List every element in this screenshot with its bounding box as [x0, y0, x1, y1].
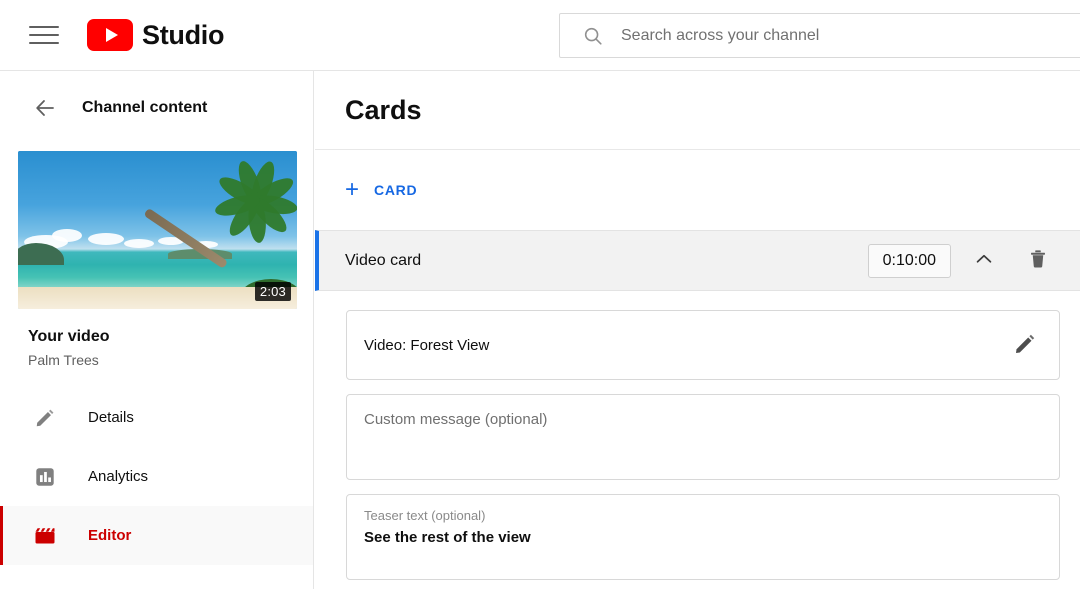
- teaser-text-value: See the rest of the view: [364, 529, 531, 546]
- page-title: Cards: [345, 94, 422, 125]
- video-card-body: Video: Forest View Custom message (optio…: [315, 291, 1080, 580]
- studio-logo[interactable]: Studio: [87, 19, 224, 51]
- video-selection-value: Video: Forest View: [364, 336, 490, 354]
- sidebar-item-label: Editor: [88, 527, 132, 544]
- sidebar-item-details[interactable]: Details: [0, 388, 313, 447]
- custom-message-field[interactable]: Custom message (optional): [346, 394, 1060, 480]
- card-timestamp-button[interactable]: 0:10:00: [867, 243, 951, 278]
- sidebar-nav: Details Analytics Editor: [0, 388, 313, 565]
- video-title: Your video: [28, 328, 110, 345]
- pencil-icon: [1013, 332, 1037, 359]
- custom-message-placeholder: Custom message (optional): [364, 411, 548, 428]
- hamburger-menu-icon[interactable]: [29, 23, 59, 47]
- brand-label: Studio: [142, 19, 225, 50]
- plus-icon: +: [345, 176, 360, 203]
- search-input[interactable]: [621, 26, 1080, 45]
- card-title: Video card: [345, 251, 422, 269]
- youtube-studio-page: Studio Channel content: [0, 0, 1080, 589]
- video-subtitle: Palm Trees: [28, 352, 99, 368]
- palm-crown: [213, 157, 297, 244]
- collapse-card-button[interactable]: [964, 241, 1004, 281]
- sidebar: Channel content 2:03 Your video Palm Tre…: [0, 71, 314, 589]
- back-label: Channel content: [82, 98, 208, 116]
- sidebar-item-editor[interactable]: Editor: [0, 506, 313, 565]
- add-card-row: + CARD: [315, 150, 1080, 230]
- chevron-up-icon: [973, 248, 995, 273]
- edit-video-button[interactable]: [1009, 329, 1041, 361]
- analytics-bar-chart-icon: [33, 465, 57, 489]
- video-card-header[interactable]: Video card 0:10:00: [315, 230, 1080, 291]
- teaser-text-field[interactable]: Teaser text (optional) See the rest of t…: [346, 494, 1060, 580]
- arrow-left-icon[interactable]: [33, 96, 57, 120]
- main-content: Cards + CARD Video card 0:10:00 Video: F…: [315, 71, 1080, 589]
- search-bar[interactable]: [559, 13, 1080, 58]
- trash-icon: [1027, 248, 1049, 273]
- back-to-channel-content[interactable]: Channel content: [0, 71, 313, 144]
- top-bar: Studio: [0, 0, 1080, 71]
- video-selection-field[interactable]: Video: Forest View: [346, 310, 1060, 380]
- youtube-play-icon: [87, 19, 133, 51]
- video-duration-badge: 2:03: [254, 282, 291, 301]
- pencil-icon: [33, 406, 57, 430]
- sidebar-item-label: Analytics: [88, 468, 149, 485]
- sidebar-item-label: Details: [88, 409, 134, 426]
- add-card-label: CARD: [374, 182, 418, 198]
- sidebar-item-analytics[interactable]: Analytics: [0, 447, 313, 506]
- clapperboard-icon: [33, 524, 57, 548]
- add-card-button[interactable]: + CARD: [345, 178, 417, 202]
- page-header: Cards: [315, 71, 1080, 150]
- search-icon: [582, 25, 604, 47]
- delete-card-button[interactable]: [1018, 241, 1058, 281]
- video-thumbnail[interactable]: 2:03: [18, 151, 297, 309]
- teaser-text-label: Teaser text (optional): [364, 508, 486, 523]
